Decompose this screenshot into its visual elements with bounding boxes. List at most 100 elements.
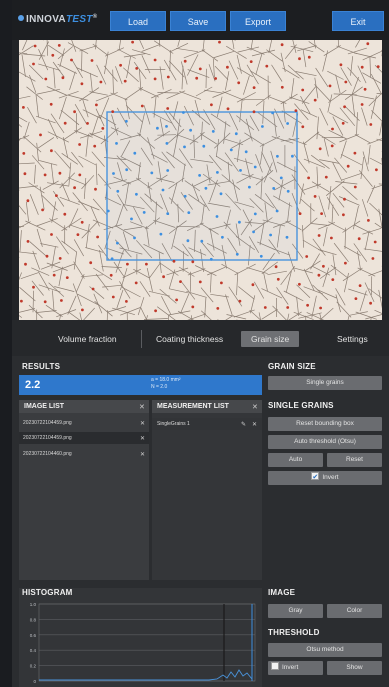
grain-marker <box>306 303 309 307</box>
grain-marker <box>214 77 218 80</box>
histogram-y-tick: 0.2 <box>30 664 37 669</box>
grain-marker <box>50 233 53 236</box>
reset-bounding-box-button[interactable]: Reset bounding box <box>268 417 382 431</box>
load-button[interactable]: Load <box>110 11 166 31</box>
grain-marker <box>58 257 62 260</box>
grain-marker <box>317 234 321 237</box>
histogram-panel: 1.0 0.8 0.6 0.4 0.2 0 <box>19 588 262 687</box>
grain-marker <box>234 132 238 136</box>
close-icon[interactable]: ✕ <box>140 435 145 442</box>
save-button[interactable]: Save <box>170 11 226 31</box>
grain-marker <box>61 76 65 80</box>
grain-marker <box>20 299 23 303</box>
grain-marker <box>298 282 301 286</box>
close-icon[interactable]: ✕ <box>139 403 145 411</box>
grain-marker <box>313 195 317 198</box>
grain-marker <box>216 171 219 174</box>
grain-marker <box>251 283 255 287</box>
grain-marker <box>52 273 56 277</box>
auto-button[interactable]: Auto <box>268 453 323 467</box>
grain-marker <box>65 276 69 279</box>
grain-marker <box>259 254 263 258</box>
histogram-curve <box>39 669 253 681</box>
grain-marker <box>63 212 67 216</box>
gray-button[interactable]: Gray <box>268 604 323 618</box>
grain-marker <box>154 309 158 313</box>
grain-marker <box>322 264 325 268</box>
grain-marker <box>80 220 84 224</box>
tab-separator <box>141 330 142 348</box>
edit-icon[interactable]: ✎ <box>241 421 246 428</box>
tab-coating-thickness[interactable]: Coating thickness <box>156 331 223 347</box>
show-button[interactable]: Show <box>327 661 382 675</box>
exit-button[interactable]: Exit <box>332 11 384 31</box>
histogram-y-tick: 1.0 <box>30 602 37 607</box>
color-button[interactable]: Color <box>327 604 382 618</box>
grain-marker <box>116 241 119 245</box>
grain-marker <box>226 107 230 111</box>
logo-dot-icon <box>18 15 24 21</box>
grain-marker <box>86 122 89 125</box>
invert-toggle[interactable]: Invert <box>268 471 382 485</box>
grain-marker <box>341 121 345 125</box>
grain-marker <box>226 65 229 69</box>
grain-marker <box>301 88 305 92</box>
histogram-frame <box>38 603 256 682</box>
grain-marker <box>248 185 251 189</box>
grain-marker <box>221 235 224 239</box>
checkbox-icon[interactable] <box>311 471 320 485</box>
grain-marker <box>76 233 80 237</box>
grain-marker <box>238 299 242 303</box>
export-button[interactable]: Export <box>230 11 286 31</box>
grain-marker <box>140 104 144 108</box>
image-list-item[interactable]: 20230722104459.png <box>19 417 149 429</box>
tab-grain-size[interactable]: Grain size <box>241 331 300 347</box>
grain-marker <box>183 59 187 63</box>
result-count: N = 2.0 <box>151 384 168 390</box>
close-icon[interactable]: ✕ <box>252 421 257 428</box>
tab-settings[interactable]: Settings <box>337 331 368 347</box>
tab-volume-fraction[interactable]: Volume fraction <box>58 331 117 347</box>
image-list-item[interactable]: 20230722104459.png <box>19 432 149 444</box>
close-icon[interactable]: ✕ <box>252 403 258 411</box>
close-icon[interactable]: ✕ <box>140 420 145 427</box>
grain-image-viewer[interactable] <box>19 40 382 320</box>
grain-marker <box>153 58 157 62</box>
grain-marker <box>204 186 208 190</box>
checkbox-icon[interactable] <box>271 662 279 670</box>
histogram-y-tick: 0.4 <box>30 648 37 653</box>
threshold-invert-toggle[interactable]: Invert <box>268 661 323 675</box>
analysis-tab-bar: Volume fraction Coating thickness Grain … <box>12 320 389 356</box>
grain-marker <box>57 44 61 47</box>
auto-threshold-button[interactable]: Auto threshold (Otsu) <box>268 435 382 449</box>
grain-marker <box>26 199 30 203</box>
grain-marker <box>112 172 115 175</box>
grain-marker <box>235 252 239 256</box>
grain-marker <box>90 59 94 62</box>
grain-marker <box>116 189 120 193</box>
grain-marker <box>78 143 81 146</box>
grain-marker <box>80 82 84 86</box>
top-toolbar: INNOVATEST® Load Save Export Exit <box>12 0 389 40</box>
logo-mark: ® <box>92 14 98 20</box>
single-grains-button[interactable]: Single grains <box>268 376 382 390</box>
grain-marker <box>125 168 129 172</box>
grain-micrograph[interactable] <box>19 40 382 320</box>
grain-marker <box>298 57 301 61</box>
grain-marker <box>32 285 35 289</box>
grain-marker <box>272 187 276 190</box>
otsu-method-button[interactable]: Otsu method <box>268 643 382 657</box>
image-list-item[interactable]: 20230722104460.png <box>19 448 149 460</box>
grain-size-header: GRAIN SIZE <box>268 362 316 371</box>
reset-button[interactable]: Reset <box>327 453 382 467</box>
grain-marker <box>261 125 264 128</box>
close-icon[interactable]: ✕ <box>140 451 145 458</box>
grain-marker <box>182 111 185 114</box>
grain-marker <box>81 308 84 312</box>
grain-marker <box>363 87 367 91</box>
grain-marker <box>244 150 248 154</box>
grain-marker <box>91 287 95 291</box>
grain-marker <box>58 171 62 175</box>
grain-marker <box>358 284 362 287</box>
grain-marker <box>330 144 334 148</box>
